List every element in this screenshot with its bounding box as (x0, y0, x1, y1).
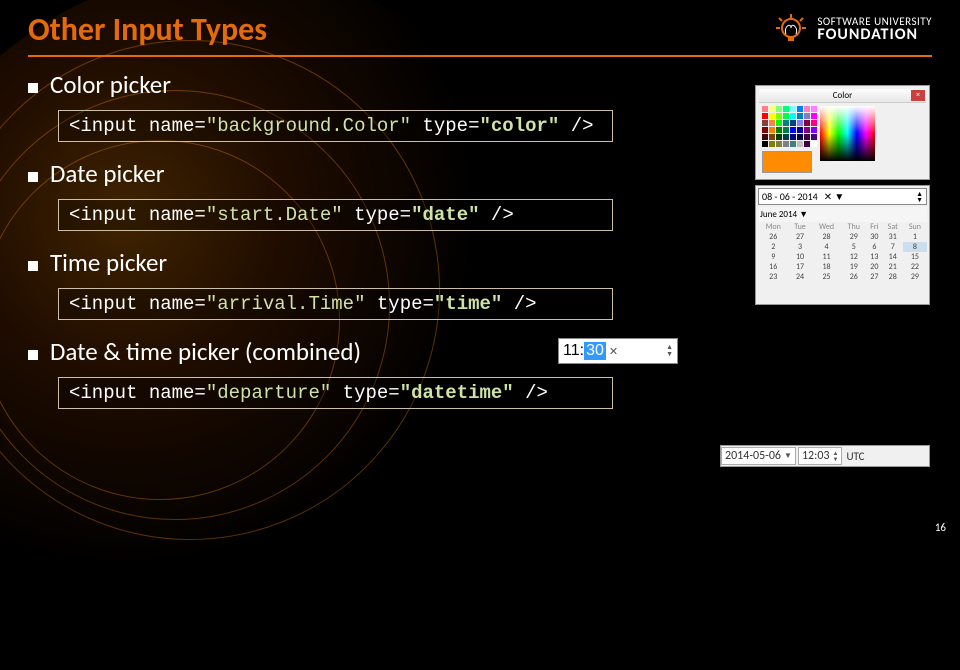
lightbulb-icon (773, 12, 809, 48)
thumbnail-date-picker: 08 - 06 - 2014 ✕ ▼ ▲▼ June 2014 ▼ MonTue… (755, 185, 930, 305)
month-label: June 2014 ▼ (758, 207, 927, 222)
page-number: 16 (935, 521, 946, 534)
slide-title: Other Input Types (28, 10, 267, 49)
date-input: 08 - 06 - 2014 ✕ ▼ ▲▼ (758, 188, 927, 205)
code-date: <input name="start.Date" type="date" /> (58, 199, 613, 231)
clear-icon: ✕ (609, 345, 618, 358)
color-dialog-title: Color (833, 90, 853, 101)
datetime-time-part: 12:03 ▲▼ (798, 447, 843, 465)
code-datetime: <input name="departure" type="datetime" … (58, 377, 613, 409)
thumbnail-time-picker: 11:30 ✕ ▲▼ (558, 338, 678, 364)
bullet-datetime-picker: Date & time picker (combined) (28, 336, 932, 367)
spinner-icon: ▲▼ (666, 344, 673, 358)
bullet-square-icon (28, 83, 38, 93)
code-time: <input name="arrival.Time" type="time" /… (58, 288, 613, 320)
close-icon: × (911, 90, 925, 101)
code-color: <input name="background.Color" type="col… (58, 110, 613, 142)
datetime-date-part: 2014-05-06 ▼ (721, 447, 796, 465)
bullet-square-icon (28, 350, 38, 360)
calendar-grid: MonTueWedThuFriSatSun 2627282930311 2345… (758, 222, 927, 282)
color-spectrum (820, 106, 875, 161)
thumbnail-datetime-picker: 2014-05-06 ▼ 12:03 ▲▼ UTC (720, 445, 930, 467)
logo: SOFTWARE UNIVERSITY FOUNDATION (773, 12, 932, 48)
timezone-label: UTC (846, 450, 864, 463)
spinner-icon: ▲▼ (832, 450, 838, 462)
dropdown-icon: ▼ (784, 451, 792, 461)
bullet-square-icon (28, 261, 38, 271)
thumbnail-color-picker: Color × (755, 85, 930, 180)
bullet-square-icon (28, 172, 38, 182)
basic-colors-palette (762, 106, 817, 147)
color-swatch (762, 151, 812, 173)
logo-line2: FOUNDATION (817, 27, 932, 43)
